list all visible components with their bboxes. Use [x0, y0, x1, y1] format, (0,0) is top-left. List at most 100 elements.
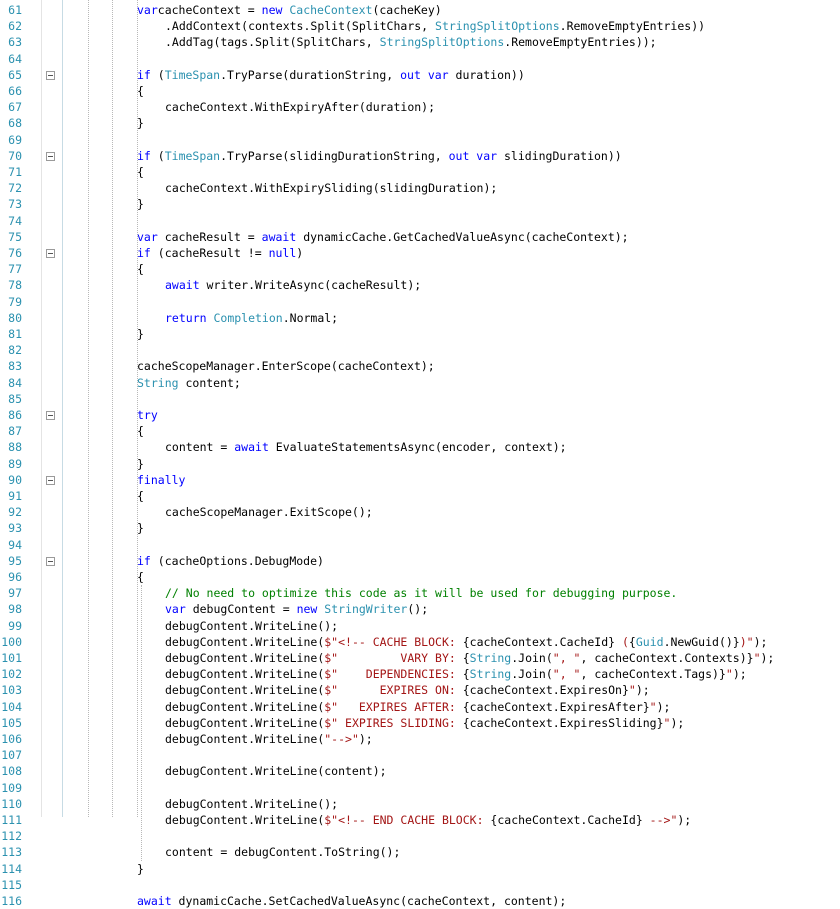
- line-number: 83: [8, 359, 22, 374]
- code-line[interactable]: 77 {: [0, 261, 840, 277]
- line-number: 98: [8, 602, 22, 617]
- line-number: 116: [1, 894, 22, 908]
- string-token: $" EXPIRES SLIDING:: [324, 715, 463, 730]
- code-line[interactable]: 65 if (TimeSpan.TryParse(durationString, …: [0, 67, 840, 83]
- code-line[interactable]: 111 debugContent.WriteLine($"<!-- END CAC…: [0, 812, 840, 828]
- code-line[interactable]: 82: [0, 342, 840, 358]
- code-line[interactable]: 72 cacheContext.WithExpirySliding(sliding…: [0, 180, 840, 196]
- code-line[interactable]: 103 debugContent.WriteLine($" EXPIRES ON:…: [0, 682, 840, 698]
- code-line[interactable]: 78 await writer.WriteAsync(cacheResult);: [0, 277, 840, 293]
- line-number: 99: [8, 618, 22, 633]
- code-line[interactable]: 61 varcacheContext = new CacheContext(cac…: [0, 2, 840, 18]
- code-line[interactable]: 70 if (TimeSpan.TryParse(slidingDurationS…: [0, 148, 840, 164]
- code-token: {cacheContext.CacheId}: [490, 813, 643, 827]
- code-line[interactable]: 100 debugContent.WriteLine($"<!-- CACHE B…: [0, 634, 840, 650]
- code-line[interactable]: 83 cacheScopeManager.EnterScope(cacheCont…: [0, 358, 840, 374]
- collapse-region-icon[interactable]: [46, 475, 55, 485]
- code-line[interactable]: 80 return Completion.Normal;: [0, 310, 840, 326]
- code-line[interactable]: 105 debugContent.WriteLine($" EXPIRES SLI…: [0, 715, 840, 731]
- code-token: .AddContext(contexts.Split(SplitChars,: [165, 19, 436, 34]
- code-line[interactable]: 106 debugContent.WriteLine("-->");: [0, 731, 840, 747]
- code-text: debugContent.WriteLine($" VARY BY: {Stri…: [165, 650, 774, 666]
- line-number: 101: [1, 651, 22, 665]
- keyword-token: await: [234, 440, 269, 455]
- code-line[interactable]: 104 debugContent.WriteLine($" EXPIRES AFT…: [0, 699, 840, 715]
- code-line[interactable]: 90 finally: [0, 472, 840, 488]
- code-line[interactable]: 68}: [0, 115, 840, 131]
- line-number: 69: [8, 132, 22, 147]
- code-line[interactable]: 113 content = debugContent.ToString();: [0, 844, 840, 860]
- code-token: .NewGuid()}: [663, 634, 740, 649]
- code-line[interactable]: 75 var cacheResult = await dynamicCache.G…: [0, 229, 840, 245]
- code-line[interactable]: 79: [0, 294, 840, 310]
- line-number: 91: [8, 489, 22, 503]
- code-line[interactable]: 102 debugContent.WriteLine($" DEPENDENCIE…: [0, 666, 840, 682]
- code-line[interactable]: 99 debugContent.WriteLine();: [0, 618, 840, 634]
- code-text: var cacheResult = await dynamicCache.Get…: [137, 229, 629, 245]
- type-token: StringWriter: [317, 602, 408, 617]
- code-line[interactable]: 81}: [0, 326, 840, 342]
- code-token: );: [753, 634, 768, 649]
- code-line[interactable]: 86 try: [0, 407, 840, 423]
- code-line[interactable]: 63 .AddTag(tags.Split(SplitChars, StringS…: [0, 34, 840, 50]
- code-line[interactable]: 71 {: [0, 164, 840, 180]
- code-token: .RemoveEmptyEntries)): [559, 19, 706, 34]
- code-line[interactable]: 96 {: [0, 569, 840, 585]
- collapse-region-icon[interactable]: [46, 411, 55, 420]
- code-token: .TryParse(slidingDurationString,: [220, 148, 449, 163]
- code-line[interactable]: 73}: [0, 196, 840, 212]
- code-text: debugContent.WriteLine($"<!-- END CACHE …: [165, 812, 691, 828]
- code-line[interactable]: 107: [0, 747, 840, 763]
- collapse-region-icon[interactable]: [46, 151, 55, 161]
- code-line[interactable]: 95 if (cacheOptions.DebugMode): [0, 553, 840, 569]
- code-line[interactable]: 89}: [0, 456, 840, 472]
- line-number: 87: [8, 424, 22, 439]
- code-line[interactable]: 76 if (cacheResult != null): [0, 245, 840, 261]
- code-token: cacheScopeManager.ExitScope();: [165, 505, 373, 520]
- collapse-region-icon[interactable]: [46, 249, 55, 258]
- code-token: );: [760, 651, 775, 665]
- code-line[interactable]: 98 var debugContent = new StringWriter();: [0, 601, 840, 617]
- code-token: dynamicCache.SetCachedValueAsync(cacheCo…: [171, 894, 567, 908]
- line-number: 105: [1, 715, 22, 730]
- code-line[interactable]: 62 .AddContext(contexts.Split(SplitChars,…: [0, 18, 840, 34]
- code-line[interactable]: 112: [0, 828, 840, 844]
- code-editor[interactable]: 61 varcacheContext = new CacheContext(cac…: [0, 0, 840, 908]
- code-line[interactable]: 97 // No need to optimize this code as it…: [0, 585, 840, 601]
- code-line[interactable]: 87 {: [0, 423, 840, 439]
- line-number: 78: [8, 278, 22, 293]
- code-line[interactable]: 66 {: [0, 83, 840, 99]
- code-text: // No need to optimize this code as it w…: [165, 585, 677, 601]
- code-line[interactable]: 69: [0, 132, 840, 148]
- type-token: StringSplitOptions: [379, 35, 505, 50]
- code-line[interactable]: 93}: [0, 520, 840, 536]
- code-line[interactable]: 91 {: [0, 488, 840, 504]
- code-text: debugContent.WriteLine($" EXPIRES ON: {c…: [165, 682, 650, 698]
- code-line[interactable]: 116 await dynamicCache.SetCachedValueAsyn…: [0, 893, 840, 909]
- code-line[interactable]: 108 debugContent.WriteLine(content);: [0, 763, 840, 779]
- code-text: {: [137, 488, 144, 504]
- code-token: (cacheKey): [372, 3, 442, 17]
- code-text: }: [137, 115, 144, 131]
- code-token: debugContent.WriteLine(: [165, 732, 325, 746]
- keyword-token: new: [261, 3, 283, 17]
- code-line[interactable]: 67 cacheContext.WithExpiryAfter(duration)…: [0, 99, 840, 115]
- code-line[interactable]: 94: [0, 537, 840, 553]
- code-text: }: [137, 326, 144, 342]
- code-line[interactable]: 85: [0, 391, 840, 407]
- code-line[interactable]: 92 cacheScopeManager.ExitScope();: [0, 504, 840, 520]
- line-number: 108: [1, 764, 22, 779]
- code-line[interactable]: 84 String content;: [0, 375, 840, 391]
- code-line[interactable]: 101 debugContent.WriteLine($" VARY BY: {S…: [0, 650, 840, 666]
- code-line[interactable]: 88 content = await EvaluateStatementsAsyn…: [0, 439, 840, 455]
- line-number: 62: [8, 19, 22, 34]
- line-number: 84: [8, 375, 22, 390]
- code-line[interactable]: 64: [0, 51, 840, 67]
- code-line[interactable]: 74: [0, 213, 840, 229]
- collapse-region-icon[interactable]: [46, 70, 55, 80]
- code-line[interactable]: 110 debugContent.WriteLine();: [0, 796, 840, 812]
- code-line[interactable]: 109: [0, 780, 840, 796]
- code-line[interactable]: 114}: [0, 861, 840, 877]
- code-line[interactable]: 115: [0, 877, 840, 893]
- collapse-region-icon[interactable]: [46, 556, 55, 566]
